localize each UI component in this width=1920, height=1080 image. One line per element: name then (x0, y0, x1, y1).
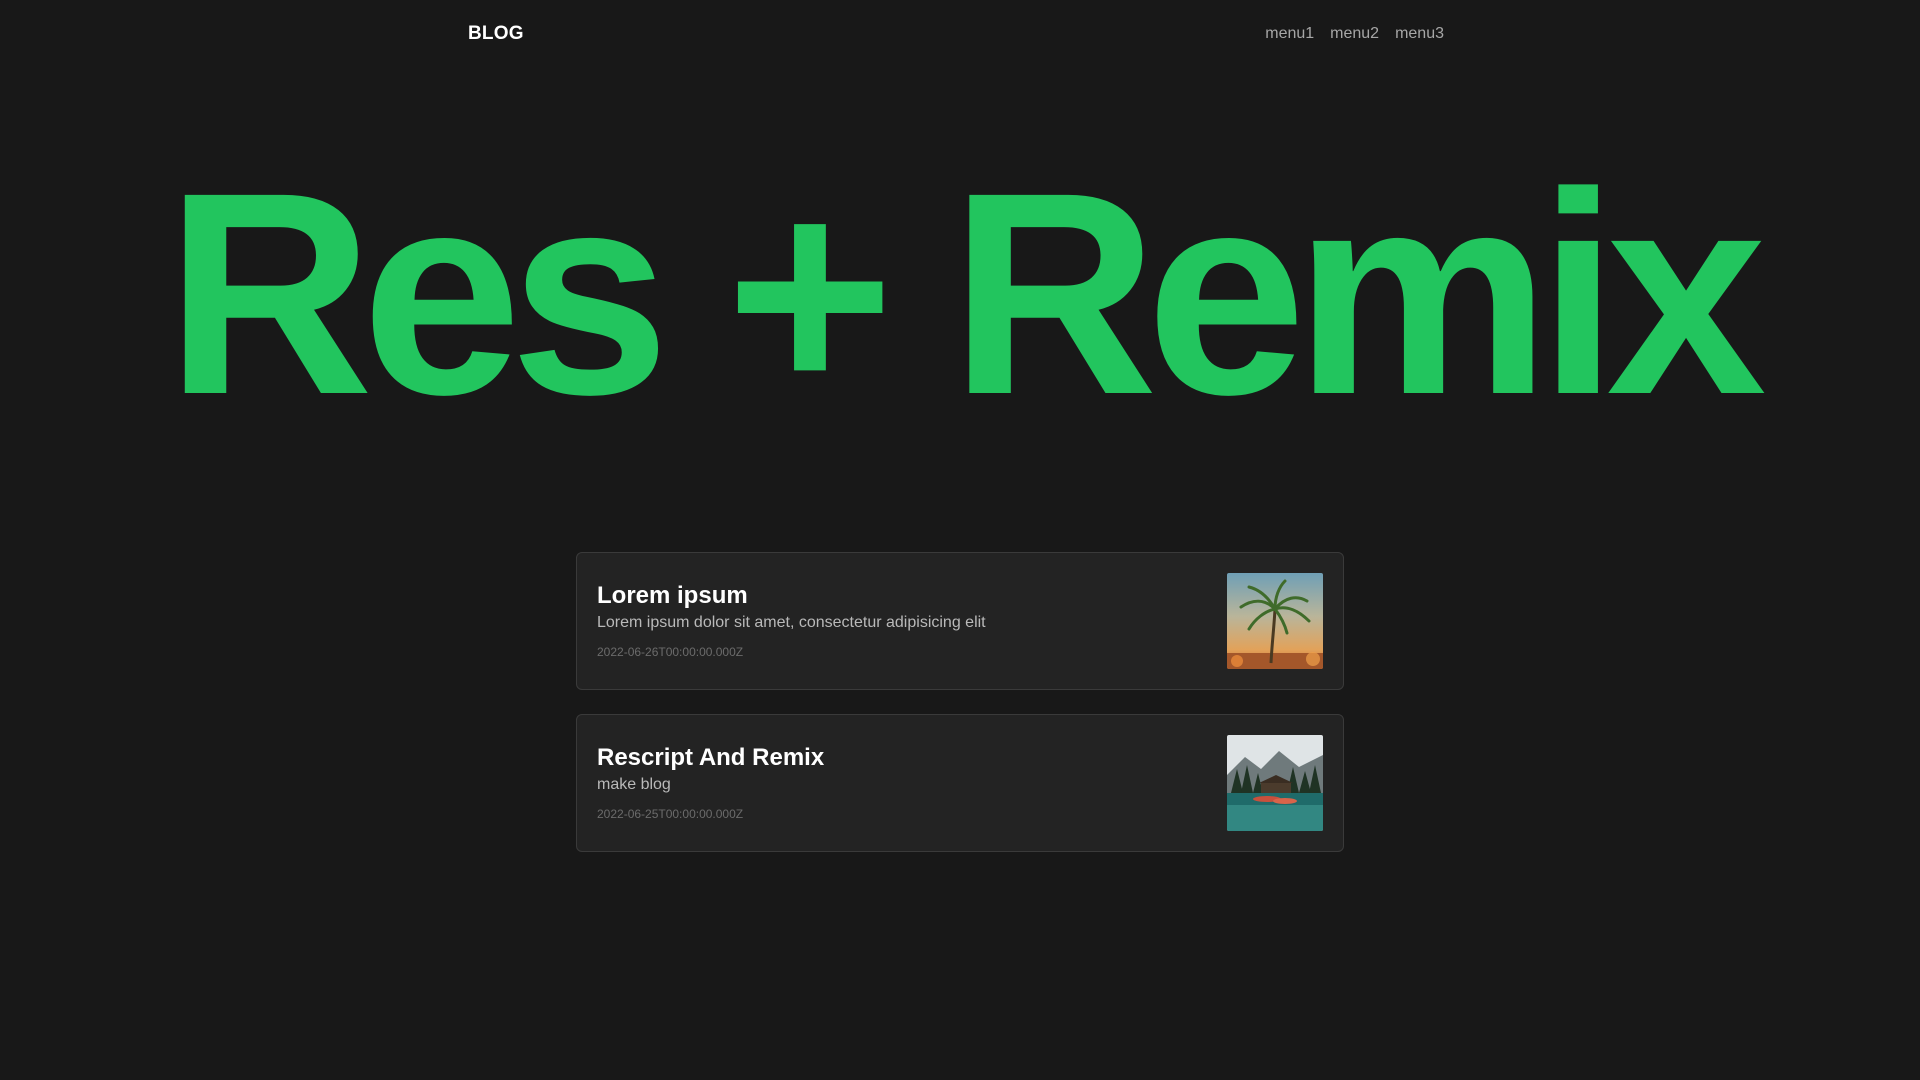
post-card[interactable]: Rescript And Remix make blog 2022-06-25T… (576, 714, 1344, 852)
post-title: Rescript And Remix (597, 744, 825, 771)
top-nav: BLOG menu1 menu2 menu3 (468, 20, 1444, 48)
post-description: Lorem ipsum dolor sit amet, consectetur … (597, 614, 986, 631)
menu-item-3[interactable]: menu3 (1395, 25, 1444, 43)
post-text: Rescript And Remix make blog 2022-06-25T… (597, 743, 1197, 822)
brand-link[interactable]: BLOG (468, 23, 524, 45)
mountain-lake-lodge-image (1227, 735, 1323, 831)
post-list: Lorem ipsum Lorem ipsum dolor sit amet, … (576, 552, 1344, 852)
post-text: Lorem ipsum Lorem ipsum dolor sit amet, … (597, 581, 1197, 660)
post-description: make blog (597, 776, 671, 793)
palm-tree-sunset-image (1227, 573, 1323, 669)
post-card[interactable]: Lorem ipsum Lorem ipsum dolor sit amet, … (576, 552, 1344, 690)
post-title: Lorem ipsum (597, 582, 748, 609)
hero-title: Res + Remix (165, 133, 1767, 455)
menu-item-1[interactable]: menu1 (1265, 25, 1314, 43)
post-date: 2022-06-26T00:00:00.000Z (597, 645, 744, 659)
post-date: 2022-06-25T00:00:00.000Z (597, 807, 744, 821)
menu-item-2[interactable]: menu2 (1330, 25, 1379, 43)
menu: menu1 menu2 menu3 (1265, 25, 1444, 43)
